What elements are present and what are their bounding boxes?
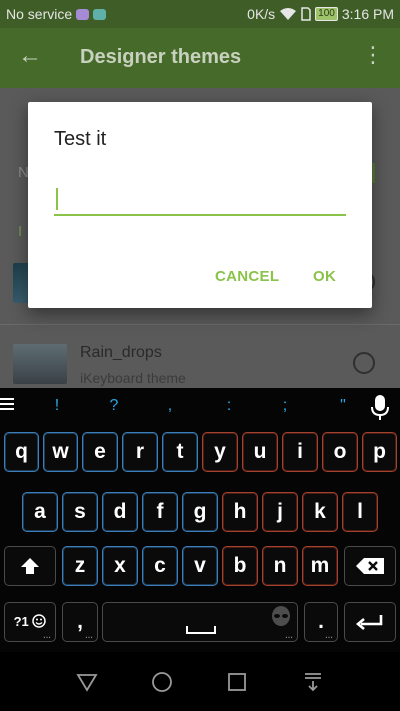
menu-icon[interactable] <box>0 398 14 412</box>
enter-key[interactable] <box>344 602 396 642</box>
test-it-dialog: Test it CANCEL OK <box>28 102 372 308</box>
overflow-menu-icon[interactable]: ⋮ <box>362 44 384 66</box>
key-v[interactable]: v <box>182 546 218 586</box>
home-circle-icon[interactable] <box>150 670 174 694</box>
theme-thumbnail <box>13 344 67 384</box>
mic-icon[interactable] <box>370 394 390 422</box>
backspace-icon <box>356 558 384 574</box>
key-q[interactable]: q <box>4 432 39 472</box>
key-g[interactable]: g <box>182 492 218 532</box>
key-m[interactable]: m <box>302 546 338 586</box>
keyboard: ! ? , : ; " q w e r t y u i o p a s d f … <box>0 388 400 652</box>
obscured-section-header: I <box>18 223 23 240</box>
navigation-bar <box>0 652 400 711</box>
shift-icon <box>21 558 39 574</box>
cancel-button[interactable]: CANCEL <box>215 268 279 285</box>
ok-button[interactable]: OK <box>313 268 336 285</box>
key-a[interactable]: a <box>22 492 58 532</box>
theme-subtitle: iKeyboard theme <box>80 370 186 386</box>
key-b[interactable]: b <box>222 546 258 586</box>
alien-icon <box>272 606 290 626</box>
notification-app-icon <box>76 8 90 20</box>
period-key-label: . <box>318 610 324 633</box>
key-k[interactable]: k <box>302 492 338 532</box>
notification-app-icon <box>93 8 107 20</box>
symbol-key[interactable]: " <box>333 397 353 415</box>
key-t[interactable]: t <box>162 432 198 472</box>
key-w[interactable]: w <box>43 432 78 472</box>
key-l[interactable]: l <box>342 492 378 532</box>
test-input[interactable] <box>54 184 346 216</box>
key-s[interactable]: s <box>62 492 98 532</box>
back-arrow-icon[interactable]: ← <box>18 44 42 68</box>
page-title: Designer themes <box>80 46 242 68</box>
symbol-key[interactable]: ! <box>47 397 67 415</box>
symbols-key[interactable]: ?1 … <box>4 602 56 642</box>
shift-key[interactable] <box>4 546 56 586</box>
wifi-icon <box>280 8 297 20</box>
symbol-key[interactable]: : <box>219 397 239 415</box>
enter-icon <box>355 615 383 630</box>
period-key[interactable]: . … <box>304 602 338 642</box>
space-key[interactable]: … <box>102 602 298 642</box>
clock: 3:16 PM <box>341 6 394 22</box>
backspace-key[interactable] <box>344 546 396 586</box>
key-f[interactable]: f <box>142 492 178 532</box>
key-u[interactable]: u <box>242 432 278 472</box>
network-speed: 0K/s <box>247 6 276 22</box>
keyboard-hide-icon[interactable] <box>301 670 325 694</box>
dialog-title: Test it <box>54 128 107 150</box>
carrier-text: No service <box>6 6 73 22</box>
key-r[interactable]: r <box>122 432 158 472</box>
theme-radio[interactable] <box>353 352 375 374</box>
comma-key[interactable]: , … <box>62 602 98 642</box>
key-o[interactable]: o <box>322 432 358 472</box>
symbol-key[interactable]: ? <box>104 397 124 415</box>
key-z[interactable]: z <box>62 546 98 586</box>
app-bar: ← Designer themes ⋮ <box>0 28 400 88</box>
key-h[interactable]: h <box>222 492 258 532</box>
symbols-key-label: ?1 <box>13 614 29 629</box>
suggestion-bar: ! ? , : ; " <box>0 388 400 426</box>
key-c[interactable]: c <box>142 546 178 586</box>
key-y[interactable]: y <box>202 432 238 472</box>
sim-icon <box>301 7 311 21</box>
emoji-icon <box>32 614 47 628</box>
key-e[interactable]: e <box>82 432 118 472</box>
divider <box>0 324 400 325</box>
battery-icon: 100 <box>315 7 338 21</box>
key-i[interactable]: i <box>282 432 318 472</box>
key-j[interactable]: j <box>262 492 298 532</box>
status-bar: No service 0K/s 100 3:16 PM <box>0 0 400 28</box>
recents-square-icon[interactable] <box>225 670 249 694</box>
space-bar-icon <box>186 626 216 634</box>
key-x[interactable]: x <box>102 546 138 586</box>
symbol-key[interactable]: ; <box>275 397 295 415</box>
key-n[interactable]: n <box>262 546 298 586</box>
symbol-key[interactable]: , <box>160 397 180 415</box>
back-triangle-icon[interactable] <box>75 670 99 694</box>
text-cursor <box>56 188 58 210</box>
theme-title: Rain_drops <box>80 344 162 361</box>
key-d[interactable]: d <box>102 492 138 532</box>
comma-key-label: , <box>77 610 83 633</box>
key-p[interactable]: p <box>362 432 397 472</box>
